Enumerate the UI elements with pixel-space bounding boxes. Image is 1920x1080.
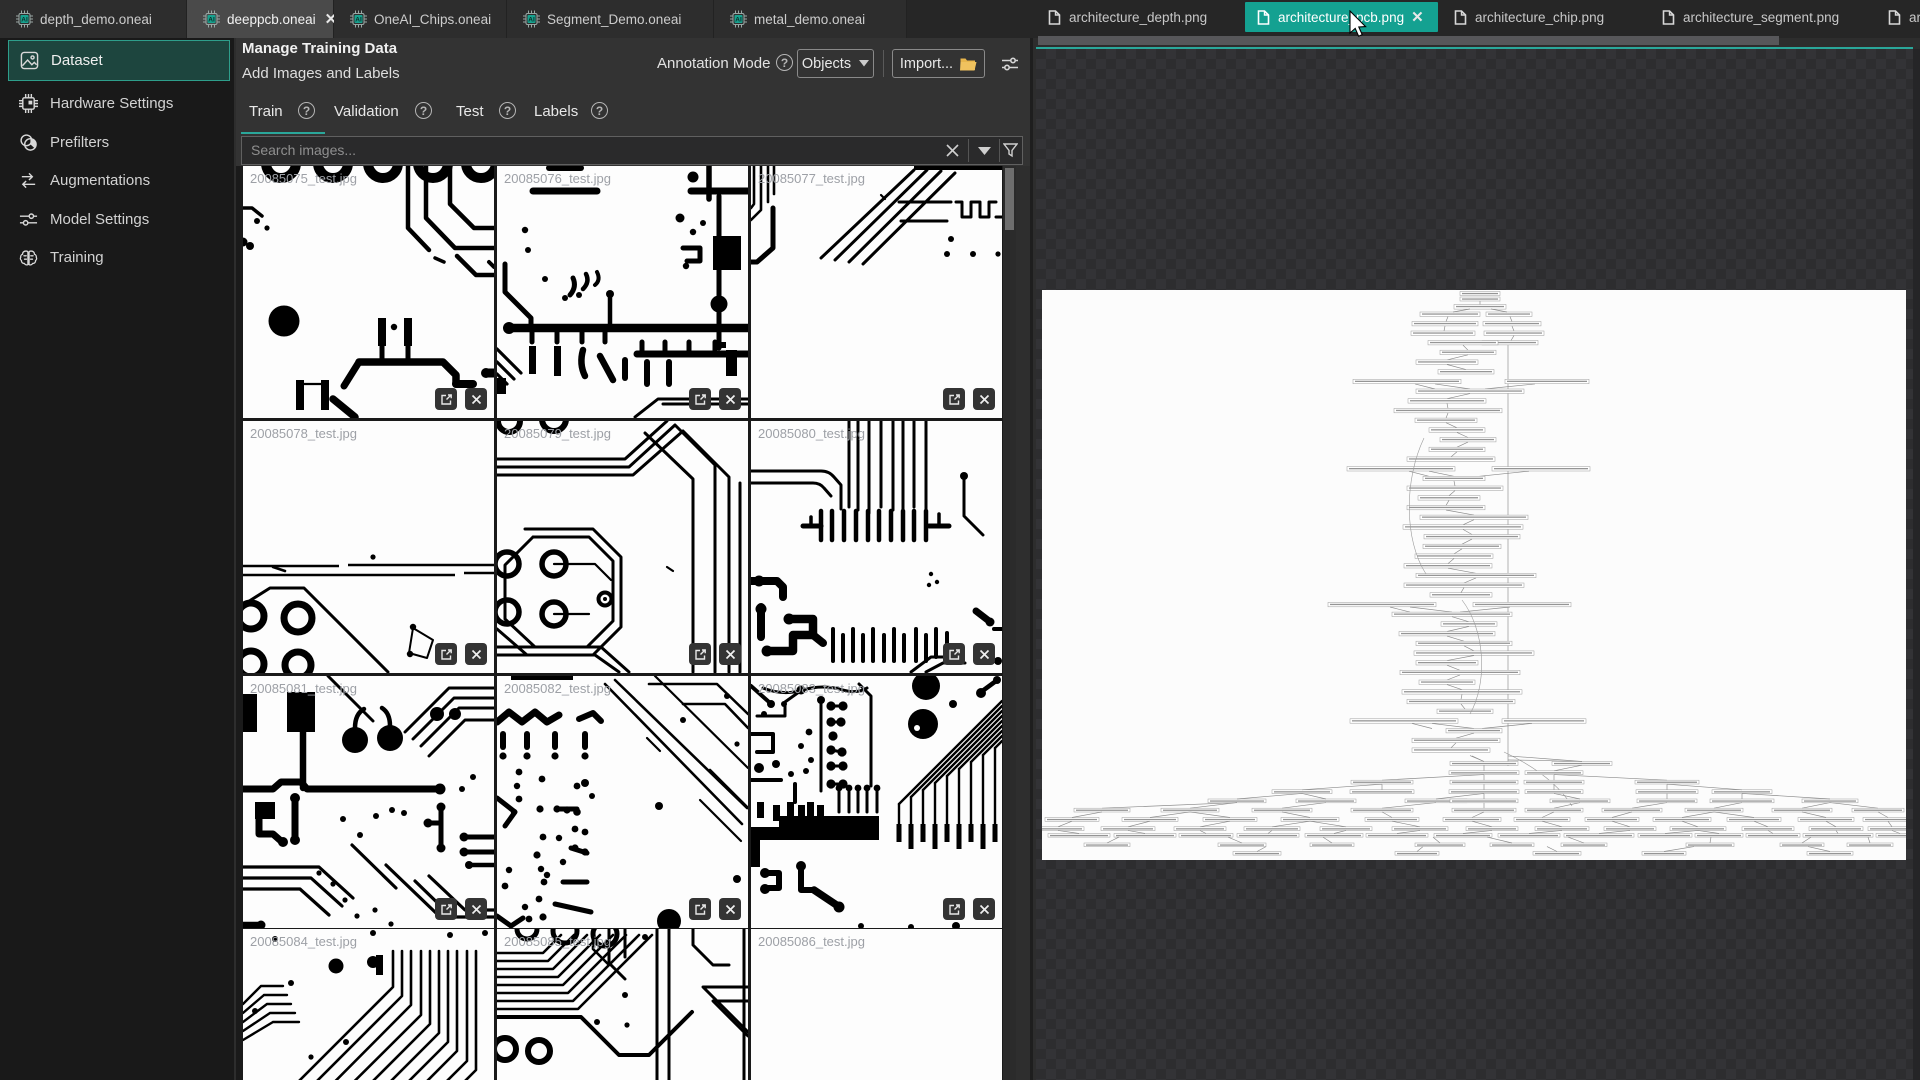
svg-text:AI: AI — [208, 17, 215, 24]
svg-text:AI: AI — [355, 17, 362, 24]
svg-text:AI: AI — [21, 17, 28, 24]
svg-text:AI: AI — [735, 17, 742, 24]
svg-text:AI: AI — [528, 17, 535, 24]
